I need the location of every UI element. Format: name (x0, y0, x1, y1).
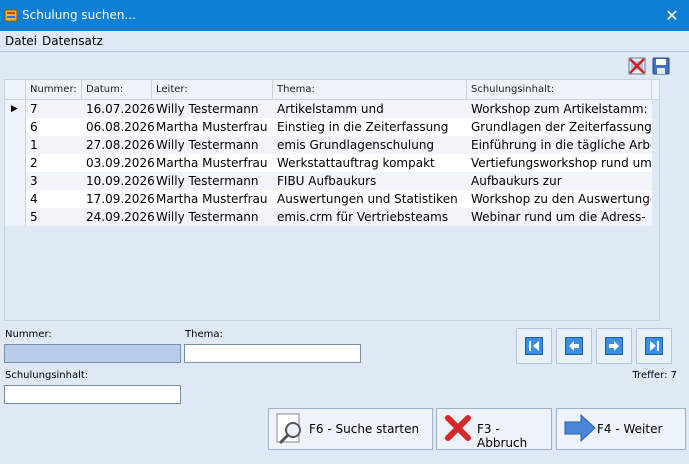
title-bar: Schulung suchen... ✕ (0, 0, 689, 31)
cell-datum: 06.08.2026 (86, 120, 155, 134)
cell-nummer: 3 (30, 174, 38, 188)
menu-datensatz[interactable]: Datensatz (42, 34, 103, 48)
cell-leiter: Willy Testermann (156, 102, 259, 116)
menu-datei[interactable]: Datei (5, 34, 37, 48)
cell-leiter: Martha Musterfrau (156, 120, 268, 134)
cell-datum: 24.09.2026 (86, 210, 155, 224)
cell-leiter: Martha Musterfrau (156, 156, 268, 170)
first-record-icon (525, 337, 543, 355)
cell-leiter: Willy Testermann (156, 138, 259, 152)
cell-datum: 10.09.2026 (86, 174, 155, 188)
current-row-icon: ▶ (11, 104, 18, 114)
cell-nummer: 7 (30, 102, 38, 116)
app-icon (4, 9, 18, 22)
cell-inhalt: Aufbaukurs zur (471, 174, 562, 188)
last-record-icon (645, 337, 663, 355)
next-button-label: F4 - Weiter (597, 422, 663, 436)
table-row[interactable]: 4 17.09.2026 Martha Musterfrau Auswertun… (26, 190, 652, 208)
cell-inhalt: Webinar rund um die Adress- (471, 210, 646, 224)
schulungsinhalt-label: Schulungsinhalt: (5, 370, 89, 381)
cell-inhalt: Vertiefungsworkshop rund um (471, 156, 651, 170)
previous-record-button[interactable] (556, 328, 592, 364)
grid-header: Nummer: Datum: Leiter: Thema: Schulungsi… (5, 80, 659, 100)
cell-leiter: Martha Musterfrau (156, 192, 268, 206)
cell-datum: 27.08.2026 (86, 138, 155, 152)
cancel-button-label: F3 - Abbruch (477, 422, 528, 450)
schulungsinhalt-input[interactable] (4, 385, 181, 404)
column-header-thema[interactable]: Thema: (277, 84, 315, 95)
menu-bar: Datei Datensatz (0, 31, 689, 52)
cell-thema: Werkstattauftrag kompakt (277, 156, 435, 170)
cell-thema: emis.crm für Vertriebsteams (277, 210, 449, 224)
cell-datum: 16.07.2026 (86, 102, 155, 116)
delete-record-icon[interactable] (628, 57, 646, 75)
search-button-label: F6 - Suche starten (309, 422, 420, 436)
results-grid: Nummer: Datum: Leiter: Thema: Schulungsi… (4, 79, 660, 321)
cell-nummer: 5 (30, 210, 38, 224)
close-icon[interactable]: ✕ (655, 0, 689, 31)
magnifier-icon (276, 413, 301, 445)
search-button[interactable]: F6 - Suche starten (268, 408, 433, 450)
cell-inhalt: Workshop zu den Auswertungen (471, 192, 651, 206)
table-row[interactable]: 3 10.09.2026 Willy Testermann FIBU Aufba… (26, 172, 652, 190)
row-indicator-column (5, 100, 26, 226)
thema-label: Thema: (185, 329, 223, 340)
cell-nummer: 2 (30, 156, 38, 170)
cell-inhalt: Grundlagen der Zeiterfassung: (471, 120, 651, 134)
cell-thema: FIBU Aufbaukurs (277, 174, 377, 188)
forward-arrow-icon (564, 413, 596, 443)
cell-thema: Auswertungen und Statistiken (277, 192, 458, 206)
column-header-datum[interactable]: Datum: (86, 84, 123, 95)
arrow-left-icon (565, 337, 583, 355)
cell-thema: Artikelstamm und (277, 102, 384, 116)
red-x-icon (445, 415, 471, 441)
save-icon[interactable] (652, 57, 670, 75)
column-header-leiter[interactable]: Leiter: (156, 84, 188, 95)
hit-count: Treffer: 7 (632, 370, 677, 381)
cell-datum: 17.09.2026 (86, 192, 155, 206)
cancel-button[interactable]: F3 - Abbruch (436, 408, 552, 450)
arrow-right-icon (605, 337, 623, 355)
cell-thema: Einstieg in die Zeiterfassung (277, 120, 449, 134)
thema-input[interactable] (184, 344, 361, 363)
column-header-schulungsinhalt[interactable]: Schulungsinhalt: (471, 84, 554, 95)
cell-nummer: 6 (30, 120, 38, 134)
cell-datum: 03.09.2026 (86, 156, 155, 170)
first-record-button[interactable] (516, 328, 552, 364)
table-row[interactable]: 2 03.09.2026 Martha Musterfrau Werkstatt… (26, 154, 652, 172)
cell-inhalt: Workshop zum Artikelstamm: (471, 102, 648, 116)
cell-nummer: 1 (30, 138, 38, 152)
window-title: Schulung suchen... (22, 8, 136, 22)
cell-leiter: Willy Testermann (156, 210, 259, 224)
nummer-input[interactable] (4, 344, 181, 363)
last-record-button[interactable] (636, 328, 672, 364)
table-row[interactable]: 7 16.07.2026 Willy Testermann Artikelsta… (26, 100, 652, 118)
column-header-nummer[interactable]: Nummer: (30, 84, 77, 95)
cell-leiter: Willy Testermann (156, 174, 259, 188)
table-row[interactable]: 6 06.08.2026 Martha Musterfrau Einstieg … (26, 118, 652, 136)
nummer-label: Nummer: (5, 329, 52, 340)
cell-inhalt: Einführung in die tägliche Arbeit (471, 138, 651, 152)
next-button[interactable]: F4 - Weiter (556, 408, 686, 450)
cell-nummer: 4 (30, 192, 38, 206)
cell-thema: emis Grundlagenschulung (277, 138, 435, 152)
next-record-button[interactable] (596, 328, 632, 364)
table-row[interactable]: 1 27.08.2026 Willy Testermann emis Grund… (26, 136, 652, 154)
table-row[interactable]: 5 24.09.2026 Willy Testermann emis.crm f… (26, 208, 652, 226)
